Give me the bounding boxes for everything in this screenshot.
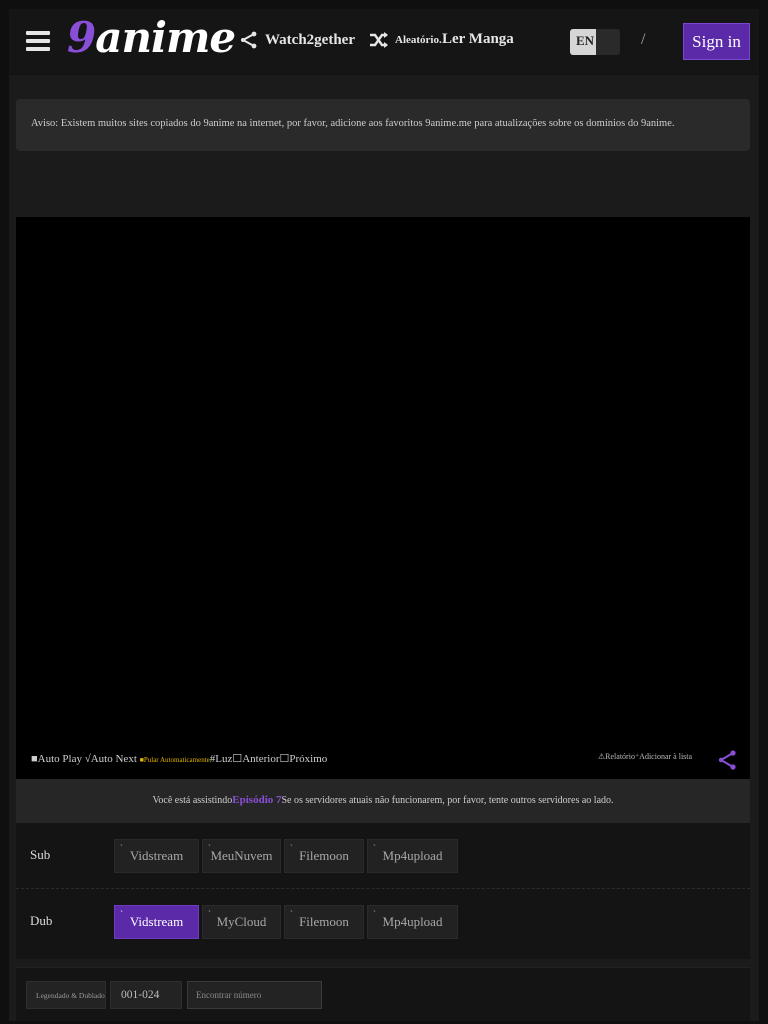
notice-banner: Aviso: Existem muitos sites copiados do … bbox=[16, 99, 750, 151]
sub-dub-select[interactable]: Legendado & Dublado bbox=[26, 981, 106, 1009]
site-logo[interactable]: 9anime bbox=[67, 13, 236, 62]
server-list: Sub ` Vidstream ` MeuNuvem ` Filemoon ` Mp4u… bbox=[16, 823, 750, 959]
server-button[interactable]: ` MeuNuvem bbox=[202, 839, 281, 873]
sub-label: Sub bbox=[30, 847, 51, 862]
server-icon: ` bbox=[373, 843, 376, 853]
shuffle-icon bbox=[370, 32, 388, 48]
server-button[interactable]: ` Filemoon bbox=[284, 839, 364, 873]
report-button[interactable]: ⚠Relatório bbox=[598, 752, 635, 761]
server-button[interactable]: ` Mp4upload bbox=[367, 905, 458, 939]
player-options: ■Auto Play √Auto Next ■Pular Automaticam… bbox=[31, 752, 327, 765]
video-player[interactable] bbox=[16, 217, 750, 741]
episode-filter-bar: Legendado & Dublado 001-024 bbox=[16, 967, 750, 1021]
random-label: Aleatório. bbox=[395, 34, 442, 46]
server-icon: ` bbox=[208, 909, 211, 919]
add-to-list-button[interactable]: ⁺Adicionar à lista bbox=[635, 752, 692, 761]
server-label: Mp4upload bbox=[382, 848, 443, 863]
server-label: Vidstream bbox=[129, 848, 184, 863]
previous-episode-button[interactable]: ☐Anterior bbox=[232, 753, 279, 765]
server-icon: ` bbox=[208, 843, 211, 853]
now-watching-bar: Você está assistindoEpisódio 7Se os serv… bbox=[16, 779, 750, 823]
server-label: Vidstream bbox=[129, 914, 184, 929]
server-label: Filemoon bbox=[299, 848, 349, 863]
share-icon bbox=[241, 31, 257, 49]
share-icon[interactable] bbox=[716, 749, 738, 771]
server-icon: ` bbox=[120, 843, 123, 853]
random-link[interactable]: Aleatório. bbox=[369, 31, 442, 49]
server-icon: ` bbox=[290, 843, 293, 853]
logo-text: anime bbox=[95, 13, 236, 62]
dub-servers-row: Dub ` Vidstream ` MyCloud ` Filemoon ` Mp4up… bbox=[16, 889, 750, 955]
server-button[interactable]: ` Mp4upload bbox=[367, 839, 458, 873]
watch2gether-link[interactable]: Watch2gether bbox=[239, 31, 355, 49]
server-button[interactable]: ` Filemoon bbox=[284, 905, 364, 939]
server-label: MeuNuvem bbox=[210, 848, 273, 863]
language-toggle[interactable]: EN bbox=[570, 29, 620, 55]
language-label: EN bbox=[576, 33, 595, 48]
player-actions: ⚠Relatório⁺Adicionar à lista bbox=[598, 752, 692, 761]
episode-search-input[interactable] bbox=[187, 981, 322, 1009]
menu-icon[interactable] bbox=[26, 31, 50, 51]
server-icon: ` bbox=[290, 909, 293, 919]
server-button-active[interactable]: ` Vidstream bbox=[114, 905, 199, 939]
server-label: Mp4upload bbox=[382, 914, 443, 929]
server-label: MyCloud bbox=[216, 914, 267, 929]
server-button[interactable]: ` Vidstream bbox=[114, 839, 199, 873]
server-button[interactable]: ` MyCloud bbox=[202, 905, 281, 939]
player-controls: ■Auto Play √Auto Next ■Pular Automaticam… bbox=[16, 741, 750, 779]
sign-in-button[interactable]: Sign in bbox=[683, 23, 750, 60]
light-toggle[interactable]: #Luz bbox=[210, 753, 233, 765]
page: 9anime Watch2gether Aleatório. Ler Manga… bbox=[9, 9, 759, 1021]
watch2gether-label: Watch2gether bbox=[265, 31, 355, 48]
now-watching-prefix: Você está assistindo bbox=[152, 795, 233, 806]
auto-play-toggle[interactable]: ■Auto Play bbox=[31, 753, 82, 765]
dub-label: Dub bbox=[30, 913, 53, 928]
auto-next-toggle[interactable]: √Auto Next bbox=[82, 753, 140, 765]
separator: / bbox=[641, 31, 646, 48]
server-label: Filemoon bbox=[299, 914, 349, 929]
episode-range-select[interactable]: 001-024 bbox=[110, 981, 182, 1009]
now-watching-hint: Se os servidores atuais não funcionarem,… bbox=[281, 795, 614, 806]
sub-servers-row: Sub ` Vidstream ` MeuNuvem ` Filemoon ` Mp4u… bbox=[16, 823, 750, 889]
next-episode-button[interactable]: ☐Próximo bbox=[280, 753, 328, 765]
logo-nine: 9 bbox=[67, 13, 96, 62]
current-episode: Episódio 7 bbox=[232, 794, 282, 806]
server-icon: ` bbox=[120, 909, 123, 919]
read-manga-link[interactable]: Ler Manga bbox=[442, 31, 514, 48]
auto-skip-toggle[interactable]: ■Pular Automaticamente bbox=[140, 756, 210, 764]
read-manga-label: Ler Manga bbox=[442, 31, 514, 47]
server-icon: ` bbox=[373, 909, 376, 919]
top-navbar: 9anime Watch2gether Aleatório. Ler Manga… bbox=[9, 9, 759, 75]
